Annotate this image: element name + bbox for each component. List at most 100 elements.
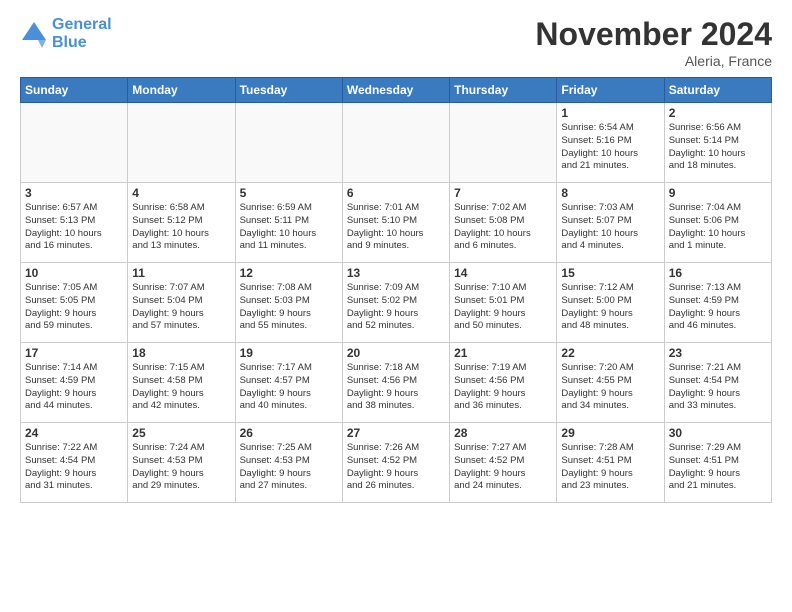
day-info: Sunrise: 7:17 AM Sunset: 4:57 PM Dayligh…: [240, 362, 338, 413]
calendar-cell: 2 Sunrise: 6:56 AM Sunset: 5:14 PM Daylig…: [664, 103, 771, 183]
calendar-cell: 19 Sunrise: 7:17 AM Sunset: 4:57 PM Dayli…: [235, 343, 342, 423]
day-number: 4: [132, 186, 230, 200]
calendar-cell: 6 Sunrise: 7:01 AM Sunset: 5:10 PM Daylig…: [342, 183, 449, 263]
day-info: Sunrise: 7:19 AM Sunset: 4:56 PM Dayligh…: [454, 362, 552, 413]
calendar-table: SundayMondayTuesdayWednesdayThursdayFrid…: [20, 77, 772, 503]
day-number: 13: [347, 266, 445, 280]
day-number: 19: [240, 346, 338, 360]
header-day-tuesday: Tuesday: [235, 78, 342, 103]
day-info: Sunrise: 7:26 AM Sunset: 4:52 PM Dayligh…: [347, 442, 445, 493]
calendar-cell: 28 Sunrise: 7:27 AM Sunset: 4:52 PM Dayli…: [450, 423, 557, 503]
logo-line1: General: [52, 16, 112, 34]
day-number: 5: [240, 186, 338, 200]
day-info: Sunrise: 7:05 AM Sunset: 5:05 PM Dayligh…: [25, 282, 123, 333]
logo: General Blue: [20, 16, 112, 52]
calendar-cell: 20Sunrise: 7:18 AM Sunset: 4:56 PM Dayli…: [342, 343, 449, 423]
calendar-cell: 7 Sunrise: 7:02 AM Sunset: 5:08 PM Daylig…: [450, 183, 557, 263]
day-number: 26: [240, 426, 338, 440]
day-info: Sunrise: 6:54 AM Sunset: 5:16 PM Dayligh…: [561, 122, 659, 173]
calendar-cell: [342, 103, 449, 183]
header-day-sunday: Sunday: [21, 78, 128, 103]
day-info: Sunrise: 7:01 AM Sunset: 5:10 PM Dayligh…: [347, 202, 445, 253]
day-number: 25: [132, 426, 230, 440]
day-info: Sunrise: 7:02 AM Sunset: 5:08 PM Dayligh…: [454, 202, 552, 253]
day-number: 20: [347, 346, 445, 360]
header-day-thursday: Thursday: [450, 78, 557, 103]
day-info: Sunrise: 7:25 AM Sunset: 4:53 PM Dayligh…: [240, 442, 338, 493]
calendar-cell: 1Sunrise: 6:54 AM Sunset: 5:16 PM Daylig…: [557, 103, 664, 183]
header-day-monday: Monday: [128, 78, 235, 103]
day-number: 9: [669, 186, 767, 200]
page: General Blue November 2024 Aleria, Franc…: [0, 0, 792, 513]
day-number: 22: [561, 346, 659, 360]
week-row-5: 24Sunrise: 7:22 AM Sunset: 4:54 PM Dayli…: [21, 423, 772, 503]
day-number: 21: [454, 346, 552, 360]
header-row: SundayMondayTuesdayWednesdayThursdayFrid…: [21, 78, 772, 103]
day-number: 7: [454, 186, 552, 200]
calendar-cell: 15 Sunrise: 7:12 AM Sunset: 5:00 PM Dayli…: [557, 263, 664, 343]
day-number: 10: [25, 266, 123, 280]
day-number: 11: [132, 266, 230, 280]
header-day-saturday: Saturday: [664, 78, 771, 103]
calendar-cell: 14 Sunrise: 7:10 AM Sunset: 5:01 PM Dayli…: [450, 263, 557, 343]
day-info: Sunrise: 7:08 AM Sunset: 5:03 PM Dayligh…: [240, 282, 338, 333]
day-number: 18: [132, 346, 230, 360]
day-number: 28: [454, 426, 552, 440]
calendar-cell: 12 Sunrise: 7:08 AM Sunset: 5:03 PM Dayli…: [235, 263, 342, 343]
header: General Blue November 2024 Aleria, Franc…: [20, 16, 772, 69]
day-info: Sunrise: 7:14 AM Sunset: 4:59 PM Dayligh…: [25, 362, 123, 413]
logo-icon: [20, 20, 48, 48]
calendar-cell: [235, 103, 342, 183]
title-block: November 2024 Aleria, France: [535, 16, 772, 69]
calendar-cell: 27 Sunrise: 7:26 AM Sunset: 4:52 PM Dayli…: [342, 423, 449, 503]
calendar-cell: [128, 103, 235, 183]
day-info: Sunrise: 7:29 AM Sunset: 4:51 PM Dayligh…: [669, 442, 767, 493]
day-info: Sunrise: 7:27 AM Sunset: 4:52 PM Dayligh…: [454, 442, 552, 493]
calendar-cell: 8Sunrise: 7:03 AM Sunset: 5:07 PM Daylig…: [557, 183, 664, 263]
day-info: Sunrise: 7:10 AM Sunset: 5:01 PM Dayligh…: [454, 282, 552, 333]
day-info: Sunrise: 7:04 AM Sunset: 5:06 PM Dayligh…: [669, 202, 767, 253]
day-info: Sunrise: 6:58 AM Sunset: 5:12 PM Dayligh…: [132, 202, 230, 253]
calendar-cell: 17 Sunrise: 7:14 AM Sunset: 4:59 PM Dayli…: [21, 343, 128, 423]
calendar-cell: 18 Sunrise: 7:15 AM Sunset: 4:58 PM Dayli…: [128, 343, 235, 423]
day-number: 17: [25, 346, 123, 360]
day-number: 16: [669, 266, 767, 280]
day-number: 3: [25, 186, 123, 200]
week-row-3: 10 Sunrise: 7:05 AM Sunset: 5:05 PM Dayli…: [21, 263, 772, 343]
day-info: Sunrise: 7:20 AM Sunset: 4:55 PM Dayligh…: [561, 362, 659, 413]
day-number: 23: [669, 346, 767, 360]
day-info: Sunrise: 7:12 AM Sunset: 5:00 PM Dayligh…: [561, 282, 659, 333]
calendar-cell: 13Sunrise: 7:09 AM Sunset: 5:02 PM Dayli…: [342, 263, 449, 343]
week-row-4: 17 Sunrise: 7:14 AM Sunset: 4:59 PM Dayli…: [21, 343, 772, 423]
day-number: 30: [669, 426, 767, 440]
calendar-cell: 25 Sunrise: 7:24 AM Sunset: 4:53 PM Dayli…: [128, 423, 235, 503]
day-number: 6: [347, 186, 445, 200]
day-info: Sunrise: 7:13 AM Sunset: 4:59 PM Dayligh…: [669, 282, 767, 333]
calendar-cell: 16 Sunrise: 7:13 AM Sunset: 4:59 PM Dayli…: [664, 263, 771, 343]
day-number: 2: [669, 106, 767, 120]
location: Aleria, France: [535, 53, 772, 69]
day-number: 27: [347, 426, 445, 440]
calendar-cell: 21 Sunrise: 7:19 AM Sunset: 4:56 PM Dayli…: [450, 343, 557, 423]
day-number: 14: [454, 266, 552, 280]
day-info: Sunrise: 6:57 AM Sunset: 5:13 PM Dayligh…: [25, 202, 123, 253]
day-number: 12: [240, 266, 338, 280]
calendar-cell: 30 Sunrise: 7:29 AM Sunset: 4:51 PM Dayli…: [664, 423, 771, 503]
day-info: Sunrise: 6:59 AM Sunset: 5:11 PM Dayligh…: [240, 202, 338, 253]
day-info: Sunrise: 7:15 AM Sunset: 4:58 PM Dayligh…: [132, 362, 230, 413]
week-row-2: 3 Sunrise: 6:57 AM Sunset: 5:13 PM Daylig…: [21, 183, 772, 263]
calendar-cell: 26 Sunrise: 7:25 AM Sunset: 4:53 PM Dayli…: [235, 423, 342, 503]
calendar-cell: 11Sunrise: 7:07 AM Sunset: 5:04 PM Dayli…: [128, 263, 235, 343]
day-number: 15: [561, 266, 659, 280]
day-info: Sunrise: 7:28 AM Sunset: 4:51 PM Dayligh…: [561, 442, 659, 493]
calendar-cell: 29Sunrise: 7:28 AM Sunset: 4:51 PM Dayli…: [557, 423, 664, 503]
header-day-wednesday: Wednesday: [342, 78, 449, 103]
day-info: Sunrise: 6:56 AM Sunset: 5:14 PM Dayligh…: [669, 122, 767, 173]
calendar-cell: 22 Sunrise: 7:20 AM Sunset: 4:55 PM Dayli…: [557, 343, 664, 423]
calendar-cell: [450, 103, 557, 183]
calendar-cell: 3 Sunrise: 6:57 AM Sunset: 5:13 PM Daylig…: [21, 183, 128, 263]
calendar-cell: 10 Sunrise: 7:05 AM Sunset: 5:05 PM Dayli…: [21, 263, 128, 343]
calendar-cell: 24Sunrise: 7:22 AM Sunset: 4:54 PM Dayli…: [21, 423, 128, 503]
logo-text: General Blue: [52, 16, 112, 52]
day-info: Sunrise: 7:24 AM Sunset: 4:53 PM Dayligh…: [132, 442, 230, 493]
